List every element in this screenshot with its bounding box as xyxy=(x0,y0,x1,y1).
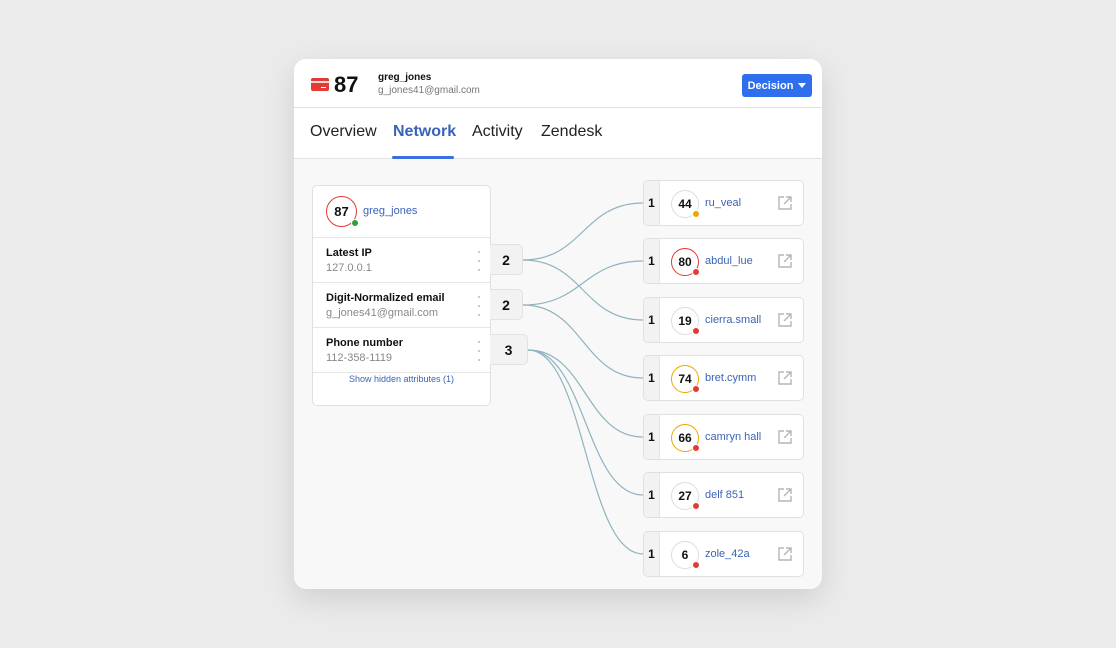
tab-overview[interactable]: Overview xyxy=(310,123,377,141)
root-username-link[interactable]: greg_jones xyxy=(363,205,417,217)
status-dot-icon xyxy=(692,327,700,335)
attribute-row-email: Digit-Normalized email g_jones41@gmail.c… xyxy=(313,283,490,328)
link-count: 1 xyxy=(644,239,660,283)
tab-network[interactable]: Network xyxy=(393,123,456,141)
linked-username-link[interactable]: bret.cymm xyxy=(705,372,756,384)
more-options-icon[interactable] xyxy=(476,341,482,361)
attribute-count-email[interactable]: 2 xyxy=(490,289,523,320)
user-score-badge: 6 xyxy=(671,541,700,569)
link-count: 1 xyxy=(644,532,660,576)
user-score-badge: 19 xyxy=(671,307,700,335)
user-score-badge: 80 xyxy=(671,248,700,276)
external-link-icon[interactable] xyxy=(777,370,793,386)
attribute-label: Latest IP xyxy=(326,247,372,259)
linked-username-link[interactable]: camryn hall xyxy=(705,431,761,443)
network-link-line xyxy=(522,259,644,321)
status-dot-icon xyxy=(351,219,359,227)
status-dot-icon xyxy=(692,385,700,393)
credit-card-icon xyxy=(311,78,329,91)
status-dot-icon xyxy=(692,210,700,218)
risk-score: 87 xyxy=(334,72,359,97)
linked-user-card: 1 66 camryn hall xyxy=(643,414,804,460)
tab-zendesk[interactable]: Zendesk xyxy=(541,123,602,141)
external-link-icon[interactable] xyxy=(777,429,793,445)
external-link-icon[interactable] xyxy=(777,312,793,328)
external-link-icon[interactable] xyxy=(777,195,793,211)
user-score-badge: 74 xyxy=(671,365,700,393)
linked-username-link[interactable]: zole_42a xyxy=(705,548,750,560)
user-score: 19 xyxy=(678,314,692,328)
link-count: 1 xyxy=(644,181,660,225)
attribute-value: 127.0.0.1 xyxy=(326,262,372,274)
attribute-count-latest-ip[interactable]: 2 xyxy=(490,244,523,275)
active-tab-indicator xyxy=(392,156,454,159)
user-score: 66 xyxy=(678,431,692,445)
linked-user-card: 1 27 delf 851 xyxy=(643,472,804,518)
network-link-line xyxy=(527,349,644,555)
linked-user-card: 1 74 bret.cymm xyxy=(643,355,804,401)
link-count: 1 xyxy=(644,415,660,459)
status-dot-icon xyxy=(692,444,700,452)
user-score: 44 xyxy=(678,197,692,211)
profile-header: 87 greg_jones g_jones41@gmail.com Decisi… xyxy=(294,59,822,108)
linked-username-link[interactable]: ru_veal xyxy=(705,197,741,209)
show-hidden-attributes-link[interactable]: Show hidden attributes (1) xyxy=(313,374,490,384)
user-profile-card: 87 greg_jones g_jones41@gmail.com Decisi… xyxy=(294,59,822,589)
decision-dropdown-button[interactable]: Decision xyxy=(742,74,812,97)
linked-user-card: 1 6 zole_42a xyxy=(643,531,804,577)
root-user-row: 87 greg_jones xyxy=(313,186,490,238)
user-score-badge: 27 xyxy=(671,482,700,510)
linked-user-card: 1 19 cierra.small xyxy=(643,297,804,343)
attribute-value: g_jones41@gmail.com xyxy=(326,307,439,319)
user-score: 6 xyxy=(681,548,689,562)
attribute-label: Digit-Normalized email xyxy=(326,292,445,304)
linked-username-link[interactable]: abdul_lue xyxy=(705,255,753,267)
more-options-icon[interactable] xyxy=(476,251,482,271)
attribute-count-phone[interactable]: 3 xyxy=(490,334,528,365)
tab-activity[interactable]: Activity xyxy=(472,123,523,141)
attribute-row-phone: Phone number 112-358-1119 xyxy=(313,328,490,373)
user-score: 80 xyxy=(678,255,692,269)
user-score-badge: 44 xyxy=(671,190,700,218)
user-score-badge: 66 xyxy=(671,424,700,452)
tab-bar: Overview Network Activity Zendesk xyxy=(294,108,822,159)
link-count: 1 xyxy=(644,356,660,400)
link-count: 1 xyxy=(644,298,660,342)
external-link-icon[interactable] xyxy=(777,546,793,562)
more-options-icon[interactable] xyxy=(476,296,482,316)
linked-username-link[interactable]: delf 851 xyxy=(705,489,744,501)
network-link-line xyxy=(522,202,644,261)
header-email: g_jones41@gmail.com xyxy=(378,85,480,96)
status-dot-icon xyxy=(692,561,700,569)
decision-label: Decision xyxy=(747,79,794,92)
network-link-line xyxy=(527,349,644,496)
user-score: 27 xyxy=(678,489,692,503)
linked-username-link[interactable]: cierra.small xyxy=(705,314,761,326)
attribute-panel: 87 greg_jones Latest IP 127.0.0.1 Digit-… xyxy=(312,185,491,406)
network-link-line xyxy=(522,260,644,306)
attribute-value: 112-358-1119 xyxy=(326,352,393,364)
network-link-line xyxy=(522,304,644,379)
status-dot-icon xyxy=(692,268,700,276)
network-link-line xyxy=(527,349,644,438)
linked-user-card: 1 80 abdul_lue xyxy=(643,238,804,284)
linked-user-card: 1 44 ru_veal xyxy=(643,180,804,226)
external-link-icon[interactable] xyxy=(777,487,793,503)
link-count: 1 xyxy=(644,473,660,517)
root-score: 87 xyxy=(334,204,349,219)
attribute-row-latest-ip: Latest IP 127.0.0.1 xyxy=(313,238,490,283)
status-dot-icon xyxy=(692,502,700,510)
attribute-label: Phone number xyxy=(326,337,404,349)
root-score-badge: 87 xyxy=(326,196,359,227)
header-username: greg_jones xyxy=(378,72,432,83)
user-score: 74 xyxy=(678,372,692,386)
caret-down-icon xyxy=(798,83,807,88)
external-link-icon[interactable] xyxy=(777,253,793,269)
